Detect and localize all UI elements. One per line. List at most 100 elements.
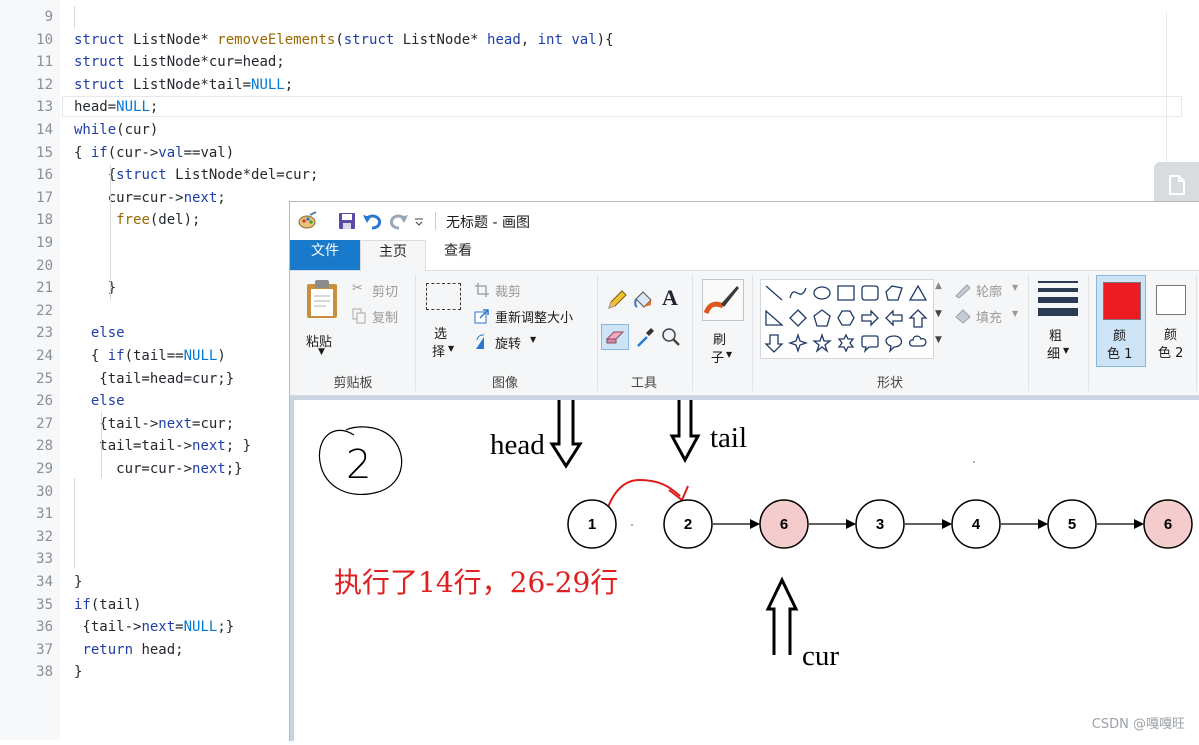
head-label: head [490,429,545,461]
size-dropdown-icon[interactable]: ▼ [1063,346,1069,355]
fill-button[interactable]: 填充 ▼ [954,307,1024,327]
color-1-button[interactable]: 颜 色 1 [1096,275,1146,367]
list-node-value: 3 [876,516,884,533]
line-number: 14 [36,122,53,138]
brush-preview [702,279,744,321]
ribbon: 粘贴 ▼ ✂ 剪切 复制 剪贴板 选 择 ▼ 裁剪 重新调整大小 旋转 ▼ 图像… [290,271,1199,396]
right-arrow-shape-icon[interactable] [861,309,879,327]
six-point-star-shape-icon[interactable] [837,333,855,353]
list-node-value: 6 [1164,516,1172,533]
gallery-expand-icon[interactable]: ▼ [935,335,942,345]
clipboard-group-label: 剪贴板 [333,376,373,391]
select-button[interactable]: 选 择 ▼ [424,283,464,363]
copy-icon [352,308,366,324]
scroll-down-icon[interactable]: ▼ [935,309,942,319]
down-arrow-shape-icon[interactable] [764,334,784,353]
code-text: return head; [82,641,184,658]
size-line-3 [1038,297,1078,303]
magnifier-icon[interactable] [661,327,681,349]
rotate-dropdown-icon[interactable]: ▼ [530,335,536,344]
code-text: { if(tail==NULL) [74,348,226,364]
paste-dropdown-icon[interactable]: ▼ [318,347,325,357]
eraser-icon [605,331,625,344]
diamond-shape-icon[interactable] [789,309,807,327]
code-text: } [74,664,83,681]
cut-button[interactable]: ✂ 剪切 [352,281,412,301]
outline-button[interactable]: 轮廓 ▼ [954,281,1024,301]
code-text: free(del); [116,212,201,229]
line-number: 10 [36,31,53,48]
pentagon-shape-icon[interactable] [813,309,831,327]
head-pointer-arrow [549,400,583,469]
image-group-label: 图像 [491,376,518,391]
code-text: } [74,574,83,590]
brushes-button[interactable]: 刷 子 ▼ [700,277,746,366]
color-2-label-2: 色 2 [1158,346,1184,361]
tab-view[interactable]: 查看 [430,240,486,270]
redo-icon[interactable] [389,211,409,231]
fill-dropdown-icon[interactable]: ▼ [1012,309,1018,318]
fill-bucket-icon[interactable] [632,289,654,311]
list-node-value: 6 [780,516,788,533]
select-dropdown-icon[interactable]: ▼ [448,344,454,353]
up-arrow-shape-icon[interactable] [908,309,928,328]
size-label-1: 粗 [1049,329,1063,344]
fill-label: 填充 [976,311,1003,326]
left-arrow-shape-icon[interactable] [885,309,903,327]
paint-app-icon[interactable] [298,211,318,231]
group-separator [752,275,753,391]
oval-shape-icon[interactable] [813,286,831,300]
line-number: 15 [36,144,53,161]
color-picker-icon[interactable] [635,327,655,349]
eraser-tool-selected[interactable] [601,324,629,350]
line-number: 19 [36,235,53,251]
list-node-value: 2 [684,516,692,533]
paint-window: 无标题 - 画图 文件 主页 查看 粘贴 ▼ ✂ 剪切 复制 剪贴板 选 择 ▼… [289,201,1199,741]
four-point-star-shape-icon[interactable] [787,332,809,354]
undo-icon[interactable] [362,211,382,231]
brushes-label-2: 子 [711,351,725,366]
scroll-up-icon[interactable]: ▲ [935,281,942,291]
rectangle-shape-icon[interactable] [837,285,855,301]
outline-label: 轮廓 [976,285,1003,300]
resize-icon [474,309,489,324]
color-2-button[interactable]: 颜 色 2 [1150,275,1196,367]
size-button[interactable]: 粗 细 ▼ [1036,279,1080,367]
color-1-label-1: 颜 [1113,329,1127,344]
cur-pointer-arrow [765,576,799,655]
paste-button[interactable]: 粘贴 ▼ [300,277,344,361]
cloud-callout-shape-icon[interactable] [908,335,927,347]
code-text: {tail->next=cur; [74,415,235,432]
line-number: 11 [36,54,53,71]
oval-callout-shape-icon[interactable] [885,335,903,353]
tab-home[interactable]: 主页 [360,240,426,272]
drawing-canvas[interactable]: 2 head tail 1 2 6 3 4 5 6 cur 执行了14行，26-29行 [294,400,1199,741]
rotate-button[interactable]: 旋转 ▼ [474,333,554,353]
crop-button[interactable]: 裁剪 [474,281,544,301]
customize-toolbar-chevron-icon[interactable] [413,211,425,231]
triangle-shape-icon[interactable] [908,284,928,301]
outline-dropdown-icon[interactable]: ▼ [1012,283,1018,292]
code-text: struct ListNode*tail=NULL; [74,76,294,93]
right-triangle-shape-icon[interactable] [765,309,784,326]
rounded-callout-shape-icon[interactable] [861,335,879,354]
code-line: 15 { if(cur->val==val) [0,142,1199,164]
shapes-gallery[interactable] [760,279,934,359]
line-number: 33 [36,551,53,568]
polygon-shape-icon[interactable] [885,285,903,301]
pencil-icon[interactable] [606,289,628,311]
curve-shape-icon[interactable] [789,287,807,299]
line-shape-icon[interactable] [765,285,783,301]
text-tool-icon[interactable]: A [662,285,678,311]
tab-file[interactable]: 文件 [290,240,360,270]
brushes-dropdown-icon[interactable]: ▼ [726,350,732,359]
save-icon[interactable] [337,211,357,231]
hexagon-shape-icon[interactable] [837,310,855,326]
copy-button[interactable]: 复制 [352,307,412,327]
resize-button[interactable]: 重新调整大小 [474,307,594,327]
code-line: 9 [0,6,1199,28]
line-number: 35 [36,596,53,613]
shapes-scroll[interactable]: ▲ ▼ ▼ [933,279,947,357]
five-point-star-shape-icon[interactable] [812,332,832,353]
rounded-rectangle-shape-icon[interactable] [861,285,879,301]
